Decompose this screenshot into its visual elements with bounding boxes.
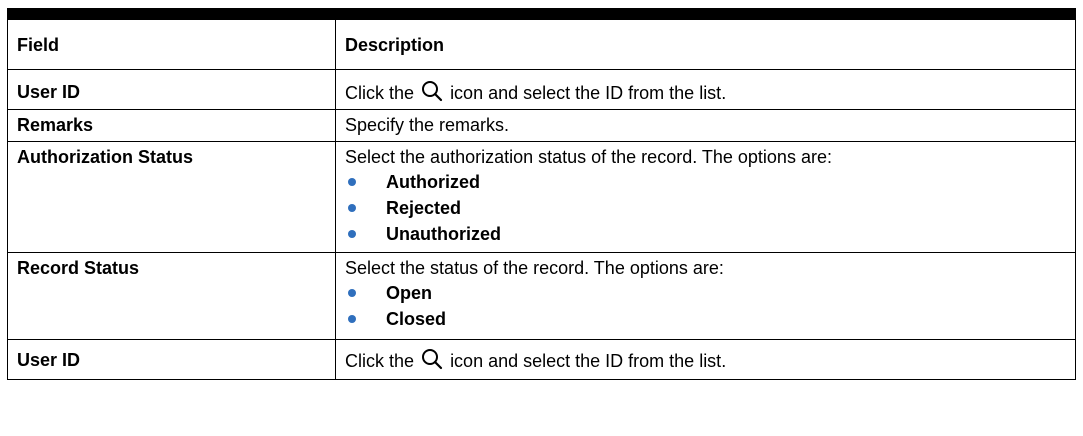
field-user-id: User ID (7, 339, 336, 380)
bullet-icon (348, 178, 356, 186)
description-text-after: icon and select the ID from the list. (450, 83, 727, 103)
description-record-status: Select the status of the record. The opt… (335, 252, 1076, 340)
option-label: Rejected (386, 198, 462, 218)
description-text: Select the authorization status of the r… (345, 147, 832, 167)
description-text: Select the status of the record. The opt… (345, 258, 724, 278)
field-authorization-status: Authorization Status (7, 141, 336, 253)
field-remarks: Remarks (7, 109, 336, 142)
header-field: Field (7, 19, 336, 70)
description-remarks: Specify the remarks. (335, 109, 1076, 142)
description-user-id: Click the icon and select the ID from th… (335, 339, 1076, 380)
list-item: Open (345, 280, 1066, 306)
list-item: Closed (345, 306, 1066, 332)
list-item: Unauthorized (345, 221, 1066, 247)
search-icon[interactable] (421, 348, 443, 376)
bullet-icon (348, 289, 356, 297)
description-user-id: Click the icon and select the ID from th… (335, 69, 1076, 110)
search-icon[interactable] (421, 80, 443, 109)
table-row: Record Status Select the status of the r… (7, 252, 1076, 340)
options-list: Authorized Rejected Unauthorized (345, 169, 1066, 247)
list-item: Authorized (345, 169, 1066, 195)
bullet-icon (348, 230, 356, 238)
option-label: Open (386, 283, 433, 303)
description-authorization-status: Select the authorization status of the r… (335, 141, 1076, 253)
option-label: Unauthorized (386, 224, 501, 244)
option-label: Closed (386, 309, 447, 329)
description-text-before: Click the (345, 83, 415, 103)
option-label: Authorized (386, 172, 480, 192)
description-text-after: icon and select the ID from the list. (450, 351, 727, 371)
table-top-rule (7, 8, 1076, 19)
bullet-icon (348, 204, 356, 212)
options-list: Open Closed (345, 280, 1066, 332)
table-row: Authorization Status Select the authoriz… (7, 141, 1076, 253)
field-user-id: User ID (7, 69, 336, 110)
table-header-row: Field Description (7, 19, 1076, 70)
list-item: Rejected (345, 195, 1066, 221)
description-text-before: Click the (345, 351, 415, 371)
field-description-table: Field Description User ID Click the icon… (7, 19, 1076, 380)
table-row: User ID Click the icon and select the ID… (7, 339, 1076, 380)
table-row: Remarks Specify the remarks. (7, 109, 1076, 142)
table-row: User ID Click the icon and select the ID… (7, 69, 1076, 110)
header-description: Description (335, 19, 1076, 70)
bullet-icon (348, 315, 356, 323)
field-record-status: Record Status (7, 252, 336, 340)
